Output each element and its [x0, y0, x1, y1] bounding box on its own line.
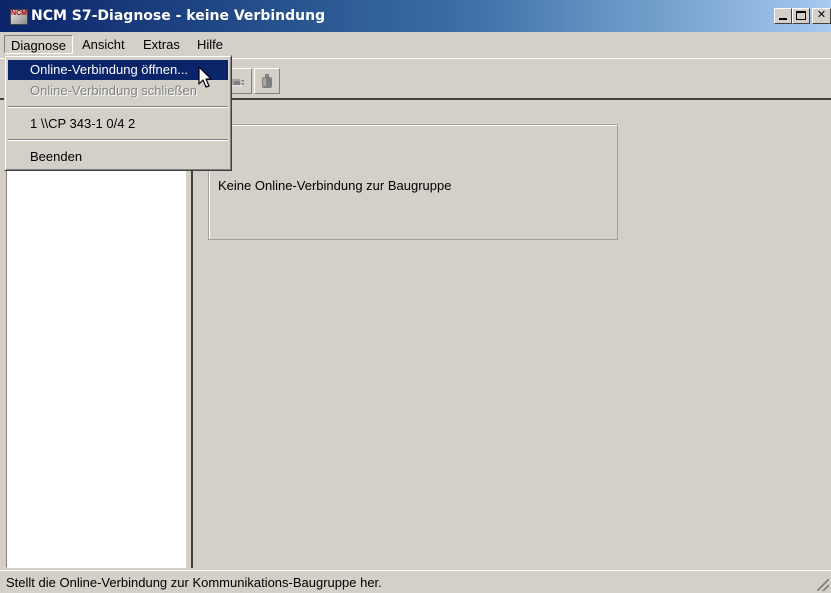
status-bar: Stellt die Online-Verbindung zur Kommuni…	[0, 570, 831, 593]
disconnect-button[interactable]	[254, 68, 280, 94]
close-icon: ✕	[816, 9, 827, 21]
maximize-button[interactable]	[792, 8, 810, 24]
resize-grip-icon[interactable]	[817, 579, 829, 591]
status-text: Stellt die Online-Verbindung zur Kommuni…	[6, 575, 382, 590]
menu-separator	[8, 139, 228, 141]
menu-bar: Diagnose Ansicht Extras Hilfe	[0, 32, 831, 56]
connection-status-text: Keine Online-Verbindung zur Baugruppe	[218, 178, 452, 193]
mouse-pointer-icon	[198, 66, 212, 88]
title-bar[interactable]: NCM NCM S7-Diagnose - keine Verbindung ✕	[0, 0, 831, 32]
menu-hilfe[interactable]: Hilfe	[191, 35, 229, 54]
close-button[interactable]: ✕	[812, 8, 831, 24]
menu-diagnose[interactable]: Diagnose	[4, 35, 73, 54]
navigation-tree[interactable]	[6, 104, 186, 568]
maximize-icon	[796, 11, 806, 20]
menu-extras[interactable]: Extras	[137, 35, 186, 54]
app-icon[interactable]: NCM	[10, 9, 28, 25]
minimize-icon	[779, 18, 787, 20]
info-panel: Keine Online-Verbindung zur Baugruppe	[208, 124, 618, 240]
disconnect-icon	[262, 74, 272, 88]
menu-item-recent-connection[interactable]: 1 \\CP 343-1 0/4 2	[8, 114, 228, 134]
pane-splitter[interactable]	[187, 102, 193, 568]
menu-item-exit[interactable]: Beenden	[8, 147, 228, 167]
minimize-button[interactable]	[774, 8, 792, 24]
menu-item-open-connection[interactable]: Online-Verbindung öffnen...	[8, 60, 228, 80]
connect-plug-icon	[232, 79, 244, 87]
window-title: NCM S7-Diagnose - keine Verbindung	[31, 8, 326, 24]
menu-item-close-connection[interactable]: Online-Verbindung schließen	[8, 81, 228, 101]
menu-ansicht[interactable]: Ansicht	[76, 35, 131, 54]
menu-separator	[8, 106, 228, 108]
